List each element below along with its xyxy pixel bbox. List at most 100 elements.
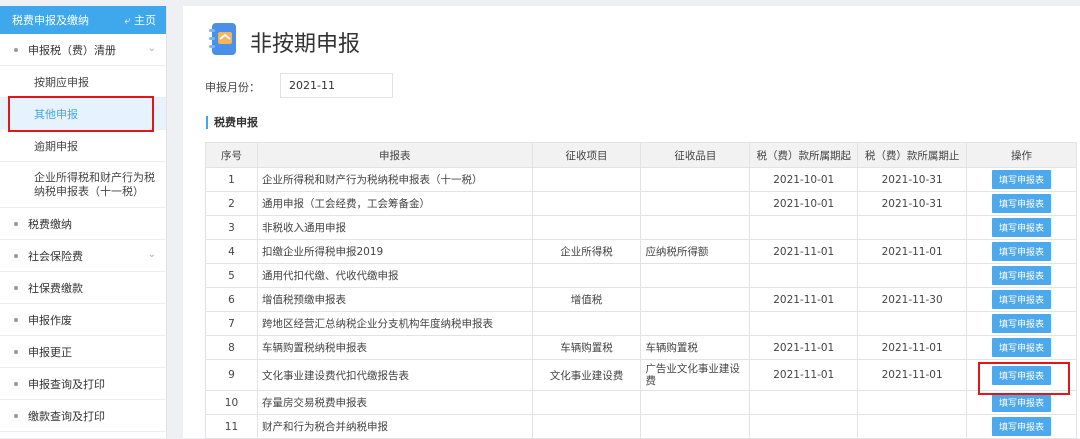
fill-form-button[interactable]: 填写申报表 xyxy=(992,417,1052,436)
table-cell xyxy=(531,390,642,415)
action-cell: 填写申报表 xyxy=(966,167,1077,192)
table-cell: 存量房交易税费申报表 xyxy=(256,390,533,415)
table-row: 9 文化事业建设费代扣代缴报告表 文化事业建设费 广告业文化事业建设费 2021-11-… xyxy=(205,359,1077,391)
action-cell: 填写申报表 xyxy=(966,287,1077,312)
table-cell: 2021-11-01 xyxy=(749,239,859,264)
table-cell: 2021-11-30 xyxy=(857,287,968,312)
table-cell: 扣缴企业所得税申报2019 xyxy=(256,239,533,264)
table-cell: 2021-11-01 xyxy=(749,359,859,391)
table-row: 5 通用代扣代缴、代收代缴申报 填写申报表 xyxy=(205,263,1077,288)
sidebar-item[interactable]: 其他申报 xyxy=(0,98,166,130)
table-cell: 车辆购置税 xyxy=(531,335,642,360)
table-row: 1 企业所得税和财产行为税纳税申报表（十一税） 2021-10-01 2021-10-… xyxy=(205,167,1077,192)
table-cell: 2021-11-01 xyxy=(749,287,859,312)
column-header: 申报表 xyxy=(256,142,533,168)
fill-form-button[interactable]: 填写申报表 xyxy=(992,338,1052,357)
sidebar-group[interactable]: 申报作废 xyxy=(0,304,166,336)
section-title: 税费申报 xyxy=(206,116,258,129)
table-cell: 2021-11-01 xyxy=(749,335,859,360)
fill-form-button[interactable]: 填写申报表 xyxy=(992,314,1052,333)
table-cell xyxy=(749,215,859,240)
sidebar-label: 申报作废 xyxy=(28,313,72,327)
table-cell xyxy=(640,191,751,216)
table-cell: 2021-11-01 xyxy=(857,335,968,360)
table-cell: 2 xyxy=(205,191,258,216)
action-cell: 填写申报表 xyxy=(966,191,1077,216)
sidebar-group[interactable]: 申报更正 xyxy=(0,336,166,368)
table-cell: 2021-10-31 xyxy=(857,191,968,216)
sidebar-item[interactable]: 企业所得税和财产行为税纳税申报表（十一税） xyxy=(0,162,166,208)
action-cell: 填写申报表 xyxy=(966,335,1077,360)
table-cell: 3 xyxy=(205,215,258,240)
table-row: 8 车辆购置税纳税申报表 车辆购置税 车辆购置税 2021-11-01 2021-11-0… xyxy=(205,335,1077,360)
sidebar: 税费申报及缴纳 ⤶ 主页 申报税（费）清册 ⌄ 按期应申报其他申报逾期申报企业所得税… xyxy=(0,6,167,438)
month-input[interactable] xyxy=(280,73,393,98)
sidebar-group[interactable]: 申报税（费）清册 ⌄ xyxy=(0,34,166,66)
fill-form-button[interactable]: 填写申报表 xyxy=(992,266,1052,285)
table-row: 7 跨地区经营汇总纳税企业分支机构年度纳税申报表 填写申报表 xyxy=(205,311,1077,336)
fill-form-button[interactable]: 填写申报表 xyxy=(992,290,1052,309)
bullet-icon xyxy=(14,285,18,290)
sidebar-label: 社会保险费 xyxy=(28,249,83,263)
table-row: 10 存量房交易税费申报表 填写申报表 xyxy=(205,390,1077,415)
sidebar-item[interactable]: 逾期申报 xyxy=(0,130,166,162)
sidebar-label: 其他申报 xyxy=(34,107,78,121)
table-cell xyxy=(640,215,751,240)
table-cell: 应纳税所得额 xyxy=(640,239,751,264)
back-arrow-icon: ⤶ xyxy=(124,14,131,27)
fill-form-button[interactable]: 填写申报表 xyxy=(992,218,1052,237)
home-link[interactable]: ⤶ 主页 xyxy=(124,12,156,28)
table-cell xyxy=(640,390,751,415)
table-cell: 8 xyxy=(205,335,258,360)
sidebar-group[interactable]: 税费缴纳 xyxy=(0,208,166,240)
sidebar-label: 企业所得税和财产行为税纳税申报表（十一税） xyxy=(34,170,155,198)
column-header: 操作 xyxy=(966,142,1077,168)
action-cell: 填写申报表 xyxy=(966,239,1077,264)
table-cell xyxy=(531,167,642,192)
table-cell: 文化事业建设费 xyxy=(531,359,642,391)
table-cell xyxy=(640,263,751,288)
sidebar-item[interactable]: 按期应申报 xyxy=(0,66,166,98)
action-cell: 填写申报表 xyxy=(966,311,1077,336)
sidebar-label: 逾期申报 xyxy=(34,139,78,153)
declaration-table: 序号 申报表 征收项目 征收品目 税（费）款所属期起 税（费）款所属期止 操作 1 企业所得税… xyxy=(205,142,1077,439)
sidebar-group[interactable]: 申报查询及打印 xyxy=(0,368,166,400)
table-cell: 2021-11-01 xyxy=(857,239,968,264)
fill-form-button[interactable]: 填写申报表 xyxy=(992,393,1052,412)
home-label: 主页 xyxy=(134,14,156,27)
table-row: 4 扣缴企业所得税申报2019 企业所得税 应纳税所得额 2021-11-01 2021-… xyxy=(205,239,1077,264)
table-cell xyxy=(531,191,642,216)
fill-form-button[interactable]: 填写申报表 xyxy=(992,242,1052,261)
table-cell: 非税收入通用申报 xyxy=(256,215,533,240)
fill-form-button[interactable]: 填写申报表 xyxy=(992,170,1052,189)
chevron-down-icon: ⌄ xyxy=(147,43,156,54)
sidebar-label: 按期应申报 xyxy=(34,75,89,89)
table-cell xyxy=(857,414,968,439)
column-header: 征收品目 xyxy=(640,142,751,168)
table-cell: 2021-11-01 xyxy=(857,359,968,391)
table-cell: 5 xyxy=(205,263,258,288)
table-row: 6 增值税预缴申报表 增值税 2021-11-01 2021-11-30 填写申报表 xyxy=(205,287,1077,312)
table-cell xyxy=(857,311,968,336)
page-title: 非按期申报 xyxy=(250,32,361,57)
fill-form-button[interactable]: 填写申报表 xyxy=(992,194,1052,213)
action-cell: 填写申报表 xyxy=(966,414,1077,439)
sidebar-group[interactable]: 缴款查询及打印 xyxy=(0,400,166,432)
table-row: 2 通用申报（工会经费，工会筹备金） 2021-10-01 2021-10-31 填写申… xyxy=(205,191,1077,216)
sidebar-header: 税费申报及缴纳 ⤶ 主页 xyxy=(0,6,166,34)
sidebar-group[interactable]: 社保费缴款 xyxy=(0,272,166,304)
table-cell xyxy=(531,215,642,240)
table-cell: 11 xyxy=(205,414,258,439)
table-cell: 9 xyxy=(205,359,258,391)
bullet-icon xyxy=(14,253,18,258)
table-cell: 通用申报（工会经费，工会筹备金） xyxy=(256,191,533,216)
table-cell: 7 xyxy=(205,311,258,336)
column-header: 序号 xyxy=(205,142,258,168)
column-header: 征收项目 xyxy=(531,142,642,168)
table-cell: 4 xyxy=(205,239,258,264)
fill-form-button[interactable]: 填写申报表 xyxy=(992,365,1052,385)
table-cell xyxy=(857,390,968,415)
table-cell: 2021-10-31 xyxy=(857,167,968,192)
sidebar-group[interactable]: 社会保险费 ⌄ xyxy=(0,240,166,272)
month-label: 申报月份： xyxy=(205,81,260,94)
